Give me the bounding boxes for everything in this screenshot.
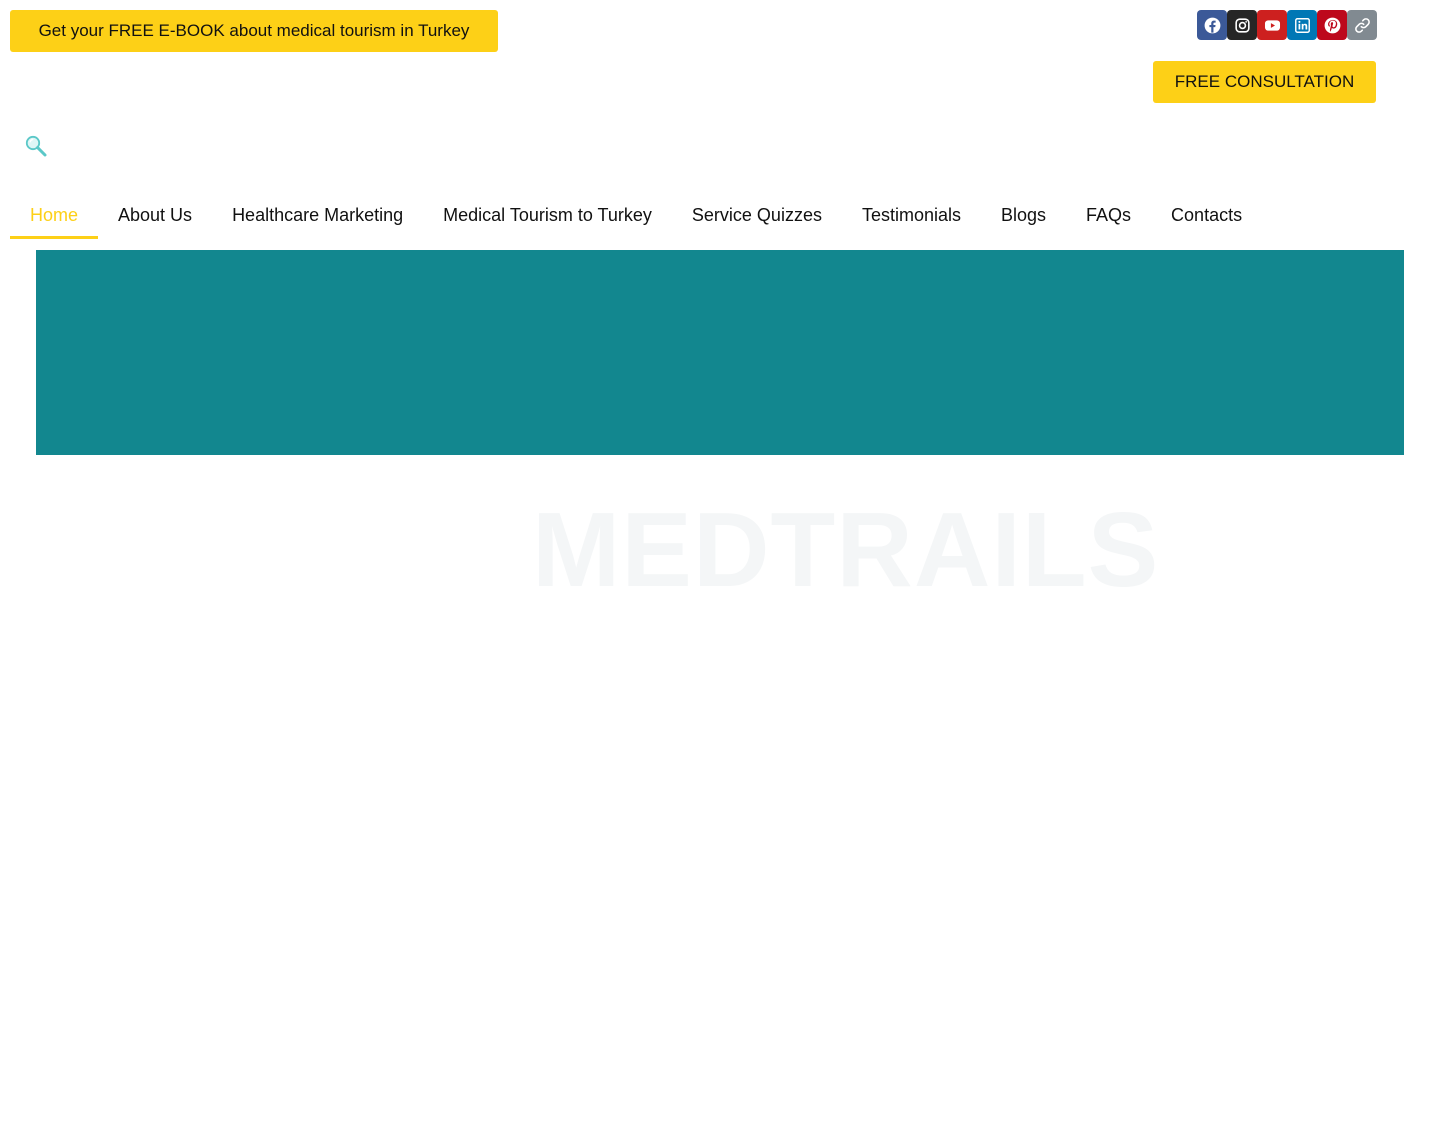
nav-item-blogs[interactable]: Blogs xyxy=(981,193,1066,237)
nav-item-home[interactable]: Home xyxy=(10,193,99,239)
nav-item-medical-tourism[interactable]: Medical Tourism to Turkey xyxy=(423,193,672,237)
nav-item-healthcare-marketing[interactable]: Healthcare Marketing xyxy=(212,193,423,237)
nav-item-contacts[interactable]: Contacts xyxy=(1151,193,1262,237)
nav-item-faqs[interactable]: FAQs xyxy=(1066,193,1151,237)
youtube-icon[interactable] xyxy=(1257,10,1287,40)
page: Get your FREE E-BOOK about medical touri… xyxy=(0,0,1440,1123)
ebook-button[interactable]: Get your FREE E-BOOK about medical touri… xyxy=(10,10,498,52)
search-icon[interactable] xyxy=(24,134,48,158)
linkedin-icon[interactable] xyxy=(1287,10,1317,40)
link-icon[interactable] xyxy=(1347,10,1377,40)
watermark-text: MEDTRAILS xyxy=(532,491,1160,609)
hero-banner xyxy=(36,250,1404,455)
social-links xyxy=(1197,10,1377,40)
facebook-icon[interactable] xyxy=(1197,10,1227,40)
nav-item-testimonials[interactable]: Testimonials xyxy=(842,193,981,237)
nav-item-about-us[interactable]: About Us xyxy=(98,193,212,237)
free-consultation-button[interactable]: FREE CONSULTATION xyxy=(1153,61,1376,103)
pinterest-icon[interactable] xyxy=(1317,10,1347,40)
main-nav: Home About Us Healthcare Marketing Medic… xyxy=(10,193,1262,240)
instagram-icon[interactable] xyxy=(1227,10,1257,40)
nav-item-service-quizzes[interactable]: Service Quizzes xyxy=(672,193,842,237)
